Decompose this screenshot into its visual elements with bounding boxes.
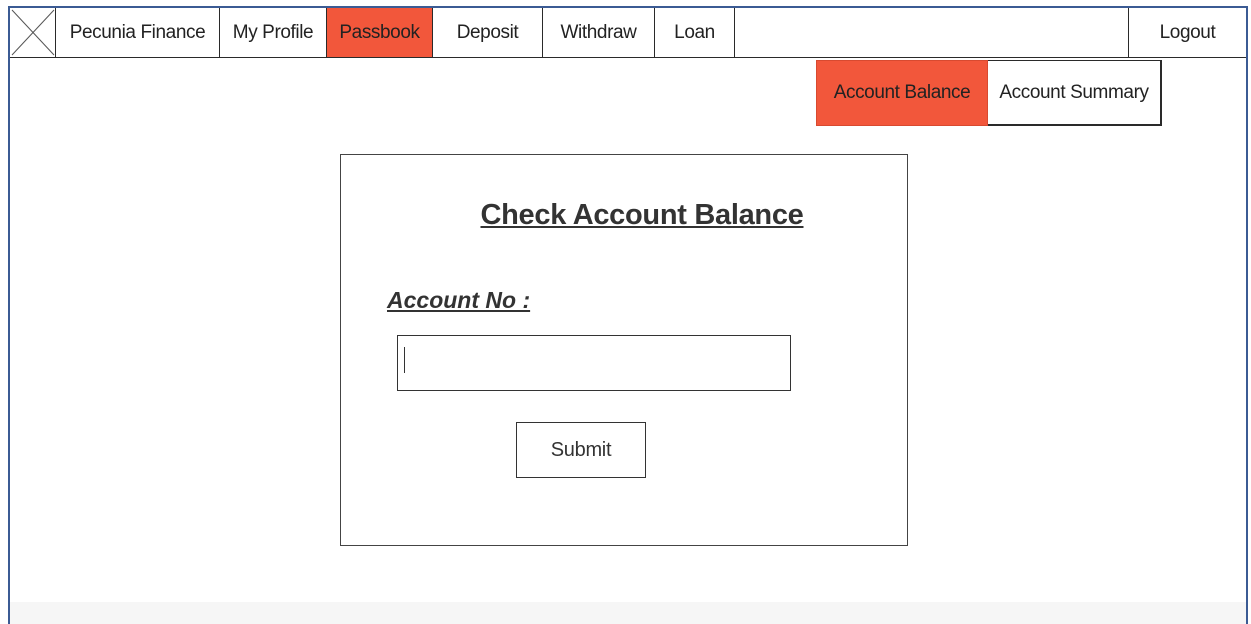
tab-account-balance[interactable]: Account Balance [816, 60, 988, 126]
account-number-input[interactable] [397, 335, 791, 391]
nav-item-loan[interactable]: Loan [655, 8, 735, 57]
nav-item-pecunia-finance[interactable]: Pecunia Finance [56, 8, 220, 57]
bottom-shade [10, 602, 1246, 624]
card-title: Check Account Balance [480, 199, 804, 231]
submit-button[interactable]: Submit [516, 422, 646, 478]
tab-account-summary[interactable]: Account Summary [988, 60, 1162, 126]
passbook-subtabs: Account Balance Account Summary [816, 60, 1162, 126]
account-number-label: Account No : [387, 287, 531, 313]
nav-item-withdraw[interactable]: Withdraw [543, 8, 655, 57]
app-window: Pecunia Finance My Profile Passbook Depo… [8, 6, 1248, 624]
logout-button[interactable]: Logout [1128, 8, 1246, 57]
top-navbar: Pecunia Finance My Profile Passbook Depo… [10, 8, 1246, 58]
text-cursor [404, 347, 405, 373]
nav-item-passbook[interactable]: Passbook [327, 8, 433, 57]
logo-placeholder-icon[interactable] [10, 8, 56, 57]
nav-item-my-profile[interactable]: My Profile [220, 8, 327, 57]
check-balance-card: Check Account Balance Account No : Submi… [340, 154, 908, 546]
nav-item-deposit[interactable]: Deposit [433, 8, 543, 57]
